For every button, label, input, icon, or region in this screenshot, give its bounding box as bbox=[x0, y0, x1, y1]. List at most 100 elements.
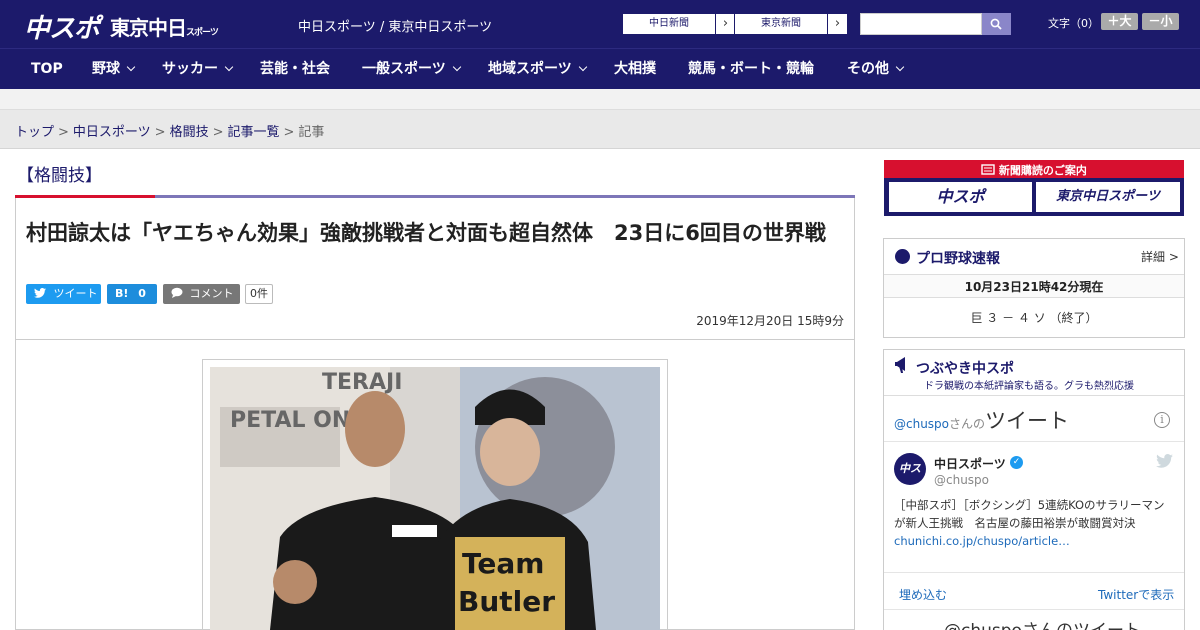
breadcrumb-sep: > bbox=[58, 125, 69, 140]
nav-label: 地域スポーツ bbox=[488, 61, 572, 77]
chevron-right-icon: › bbox=[715, 14, 735, 34]
hatena-count: 0 bbox=[138, 287, 146, 300]
tokyo-chunichi-logo[interactable]: 東京中日スポーツ bbox=[110, 12, 219, 41]
breadcrumb-martial-arts[interactable]: 格闘技 bbox=[170, 125, 209, 140]
tweet-author-name[interactable]: 中日スポーツ bbox=[934, 455, 1006, 472]
tweet-author-handle[interactable]: @chuspo bbox=[934, 473, 989, 487]
nav-label: 芸能・社会 bbox=[260, 61, 330, 77]
search-input[interactable] bbox=[860, 13, 982, 35]
embed-link[interactable]: 埋め込む bbox=[899, 586, 947, 603]
tokyo-shimbun-label: 東京新聞 bbox=[761, 18, 801, 29]
nav-item-entertainment[interactable]: 芸能・社会 bbox=[260, 49, 330, 90]
comment-count: 0件 bbox=[245, 284, 273, 304]
nav-label: TOP bbox=[31, 61, 63, 77]
nav-label: 一般スポーツ bbox=[362, 61, 446, 77]
speech-bubble-icon bbox=[171, 287, 183, 298]
nav-label: 野球 bbox=[92, 61, 120, 77]
chunichi-shimbun-button[interactable]: 中日新聞 › bbox=[622, 13, 736, 35]
nav-item-local-sports[interactable]: 地域スポーツ bbox=[488, 49, 587, 90]
chevron-down-icon bbox=[578, 62, 587, 72]
hatena-bookmark-button[interactable]: B! 0 bbox=[107, 284, 157, 304]
subscription-chuspo[interactable]: 中スポ bbox=[889, 182, 1032, 212]
nav-item-soccer[interactable]: サッカー bbox=[162, 49, 234, 90]
twitter-bird-icon[interactable] bbox=[1156, 454, 1173, 468]
comment-button[interactable]: コメント bbox=[163, 284, 240, 304]
chevron-down-icon bbox=[452, 62, 461, 72]
timeline-separator bbox=[884, 572, 1184, 573]
timeline-header-suffix: さんの bbox=[949, 417, 986, 431]
breadcrumb-chunichi-sports[interactable]: 中日スポーツ bbox=[73, 125, 151, 140]
chevron-down-icon bbox=[224, 62, 234, 72]
twitter-bird-icon bbox=[34, 288, 46, 298]
timeline-handle-link[interactable]: @chuspo bbox=[894, 417, 949, 431]
svg-text:PETAL ON: PETAL ON bbox=[230, 408, 350, 433]
timeline-header-title: ツイート bbox=[985, 409, 1070, 433]
search-button[interactable] bbox=[982, 13, 1011, 35]
game-score[interactable]: 巨 ３ － ４ ソ （終了） bbox=[884, 309, 1184, 326]
tsubuyaki-title: つぶやき中スポ bbox=[916, 361, 1014, 377]
tokyo-shimbun-button[interactable]: 東京新聞 › bbox=[734, 13, 848, 35]
nav-label: 大相撲 bbox=[614, 61, 656, 77]
baseball-detail-link[interactable]: 詳細 > bbox=[1141, 248, 1179, 265]
hatena-icon: B! bbox=[115, 287, 129, 300]
baseball-icon bbox=[895, 249, 910, 264]
comment-label: コメント bbox=[189, 287, 234, 300]
svg-text:Team: Team bbox=[462, 547, 544, 580]
score-timestamp: 10月23日21時42分現在 bbox=[884, 274, 1184, 298]
font-size-down-button[interactable]: －小 bbox=[1142, 13, 1179, 30]
megaphone-icon bbox=[895, 357, 905, 373]
subscription-title: 新聞購読のご案内 bbox=[884, 162, 1184, 178]
chunichi-shimbun-label: 中日新聞 bbox=[649, 18, 689, 29]
svg-text:TERAJI: TERAJI bbox=[322, 370, 402, 395]
article-divider bbox=[15, 339, 855, 340]
subscription-tokyo-chunichi[interactable]: 東京中日スポーツ bbox=[1036, 182, 1180, 212]
font-size-label: 文字（0） bbox=[1048, 17, 1099, 30]
subscription-title-text: 新聞購読のご案内 bbox=[998, 164, 1087, 177]
article-photo[interactable]: TERAJI PETAL ON Team Butler bbox=[210, 367, 660, 630]
boxers-photo-image: TERAJI PETAL ON Team Butler bbox=[210, 367, 660, 630]
breadcrumb: トップ > 中日スポーツ > 格闘技 > 記事一覧 > 記事 bbox=[15, 121, 324, 140]
timeline-separator bbox=[884, 441, 1184, 442]
tweet-label: ツイート bbox=[53, 287, 98, 300]
nav-item-top[interactable]: TOP bbox=[31, 49, 63, 90]
info-icon[interactable]: i bbox=[1154, 412, 1170, 428]
breadcrumb-sep: > bbox=[283, 125, 295, 140]
breadcrumb-sep: > bbox=[212, 125, 224, 140]
nav-item-racing[interactable]: 競馬・ボート・競輪 bbox=[688, 49, 814, 90]
tweet-link[interactable]: chunichi.co.jp/chuspo/article… bbox=[894, 534, 1070, 548]
breadcrumb-top[interactable]: トップ bbox=[15, 125, 54, 140]
view-on-twitter-link[interactable]: Twitterで表示 bbox=[1098, 586, 1174, 603]
tsubuyaki-subtitle: ドラ観戦の本紙評論家も語る。グラも熱烈応援 bbox=[924, 381, 1134, 392]
tweet-button[interactable]: ツイート bbox=[26, 284, 101, 304]
main-nav: TOP 野球 サッカー 芸能・社会 一般スポーツ 地域スポーツ 大相撲 競馬・ボ… bbox=[0, 48, 1200, 89]
article-headline: 村田諒太は「ヤエちゃん効果」強敵挑戦者と対面も超自然体 23日に6回目の世界戦 bbox=[26, 221, 826, 245]
nav-item-baseball[interactable]: 野球 bbox=[92, 49, 136, 90]
chevron-right-icon: › bbox=[827, 14, 847, 34]
timeline-header: @chuspoさんのツイート bbox=[894, 405, 1069, 435]
chevron-down-icon bbox=[126, 62, 136, 72]
chuspo-logo[interactable]: 中スポ bbox=[24, 8, 100, 45]
nav-item-sumo[interactable]: 大相撲 bbox=[614, 49, 656, 90]
breadcrumb-current: 記事 bbox=[298, 125, 325, 140]
newspaper-icon bbox=[981, 164, 995, 175]
breadcrumb-sep: > bbox=[154, 125, 166, 140]
nav-item-other[interactable]: その他 bbox=[847, 49, 905, 90]
avatar[interactable]: 中スポ bbox=[894, 453, 926, 507]
article-date: 2019年12月20日 15時9分 bbox=[696, 314, 844, 328]
tweet-body: ［中部スポ］［ボクシング］5連続KOのサラリーマンが新人王挑戦 名古屋の藤田裕崇… bbox=[894, 498, 1165, 530]
search-icon bbox=[990, 18, 1002, 30]
nav-item-general-sports[interactable]: 一般スポーツ bbox=[362, 49, 461, 90]
timeline-footer-text[interactable]: @chuspoさんのツイート bbox=[944, 616, 1141, 630]
breadcrumb-article-list[interactable]: 記事一覧 bbox=[228, 125, 280, 140]
chevron-down-icon bbox=[895, 62, 905, 72]
spacer-band bbox=[0, 89, 1200, 110]
svg-text:Butler: Butler bbox=[458, 585, 555, 618]
article-category: 【格闘技】 bbox=[17, 166, 102, 186]
nav-label: 競馬・ボート・競輪 bbox=[688, 61, 814, 77]
font-size-up-button[interactable]: ＋大 bbox=[1101, 13, 1138, 30]
nav-label: その他 bbox=[847, 61, 889, 77]
verified-badge-icon: ✓ bbox=[1010, 456, 1023, 469]
baseball-title: プロ野球速報 bbox=[916, 251, 1000, 267]
tokyo-chunichi-logo-small: スポーツ bbox=[186, 28, 219, 38]
tweet-text: ［中部スポ］［ボクシング］5連続KOのサラリーマンが新人王挑戦 名古屋の藤田裕崇… bbox=[894, 496, 1176, 550]
